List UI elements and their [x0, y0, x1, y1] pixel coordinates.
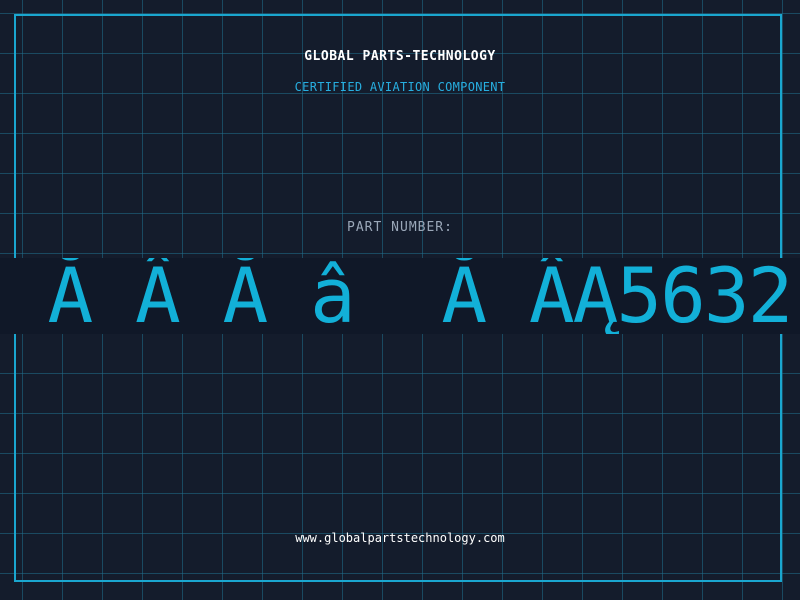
part-number-label: PART NUMBER: — [347, 220, 453, 235]
certification-subtitle: CERTIFIED AVIATION COMPONENT — [294, 80, 506, 94]
part-number-value: Ĉ Ă Â Ă â Ă ÂĄ5632 — [0, 258, 793, 334]
company-title: GLOBAL PARTS-TECHNOLOGY — [304, 49, 496, 64]
part-number-band: Ĉ Ă Â Ă â Ă ÂĄ5632 — [0, 258, 800, 334]
website-link[interactable]: www.globalpartstechnology.com — [0, 531, 800, 545]
